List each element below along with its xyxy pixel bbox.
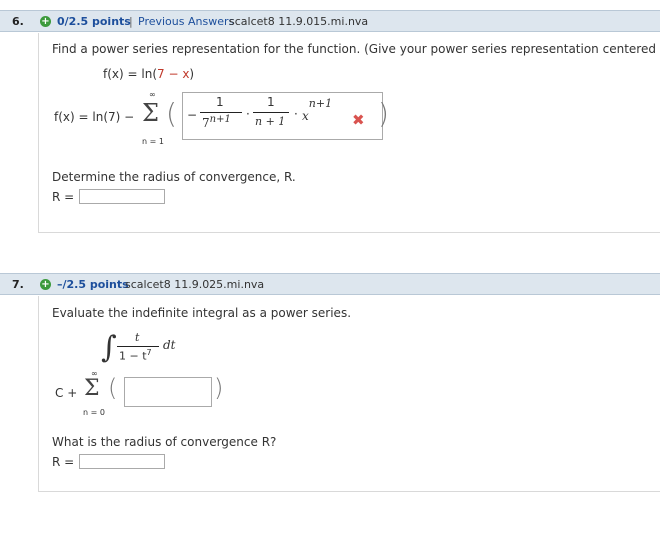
frac1-denominator: 7n+1 bbox=[202, 114, 231, 130]
integrand-denominator: 1 − t7 bbox=[119, 348, 152, 363]
integrand-bar bbox=[117, 346, 159, 347]
integrand-numerator: t bbox=[135, 331, 140, 344]
question-prompt: Evaluate the indefinite integral as a po… bbox=[52, 306, 352, 320]
integral-sign: ∫ bbox=[101, 330, 117, 365]
close-paren: ) bbox=[214, 374, 224, 402]
open-paren: ( bbox=[108, 374, 118, 402]
separator: | bbox=[129, 15, 133, 28]
previous-answers-link[interactable]: Previous Answers bbox=[138, 15, 234, 28]
question-6-body: Find a power series representation for t… bbox=[38, 33, 660, 233]
points-label: 0/2.5 points bbox=[57, 15, 131, 28]
question-prompt: Find a power series representation for t… bbox=[52, 42, 660, 56]
sigma-symbol: Σ bbox=[84, 376, 100, 401]
radius-input[interactable] bbox=[79, 454, 165, 469]
sigma-symbol: Σ bbox=[142, 99, 159, 127]
frac2-numerator: 1 bbox=[267, 95, 275, 109]
question-6-header: 6. + 0/2.5 points | Previous Answers sca… bbox=[0, 10, 660, 32]
frac2-bar bbox=[253, 112, 289, 113]
question-7-body: Evaluate the indefinite integral as a po… bbox=[38, 296, 660, 492]
frac1-numerator: 1 bbox=[216, 95, 224, 109]
sum-lower-limit: n = 0 bbox=[83, 408, 105, 417]
sum-upper-limit: ∞ bbox=[149, 90, 156, 99]
series-lhs: f(x) = ln(7) − bbox=[54, 110, 135, 124]
problem-code: scalcet8 11.9.025.mi.nva bbox=[125, 278, 265, 291]
radius-prompt: Determine the radius of convergence, R. bbox=[52, 170, 296, 184]
problem-code: scalcet8 11.9.015.mi.nva bbox=[229, 15, 369, 28]
radius-input[interactable] bbox=[79, 189, 165, 204]
points-label: –/2.5 points bbox=[57, 278, 129, 291]
answer-sign: − bbox=[187, 108, 198, 122]
question-number: 6. bbox=[12, 15, 24, 28]
radius-prompt: What is the radius of convergence R? bbox=[52, 435, 277, 449]
sum-lower-limit: n = 1 bbox=[142, 137, 164, 146]
question-number: 7. bbox=[12, 278, 24, 291]
function-definition: f(x) = ln(7 − x) bbox=[103, 67, 195, 81]
x-power: xn+1 bbox=[302, 97, 333, 123]
open-paren: ( bbox=[166, 97, 177, 130]
expand-plus-icon[interactable]: + bbox=[40, 279, 51, 290]
frac2-denominator: n + 1 bbox=[255, 115, 286, 128]
incorrect-x-icon: ✖ bbox=[352, 111, 365, 129]
radius-label: R = bbox=[52, 455, 75, 469]
frac1-bar bbox=[200, 112, 242, 113]
dot-1: · bbox=[246, 107, 250, 121]
dot-2: · bbox=[294, 107, 298, 121]
series-term-input[interactable] bbox=[124, 377, 212, 407]
radius-label: R = bbox=[52, 190, 75, 204]
expand-plus-icon[interactable]: + bbox=[40, 16, 51, 27]
c-plus: C + bbox=[55, 386, 78, 400]
close-paren: ) bbox=[378, 97, 389, 130]
question-7-header: 7. + –/2.5 points scalcet8 11.9.025.mi.n… bbox=[0, 273, 660, 295]
dt-label: dt bbox=[163, 338, 176, 352]
